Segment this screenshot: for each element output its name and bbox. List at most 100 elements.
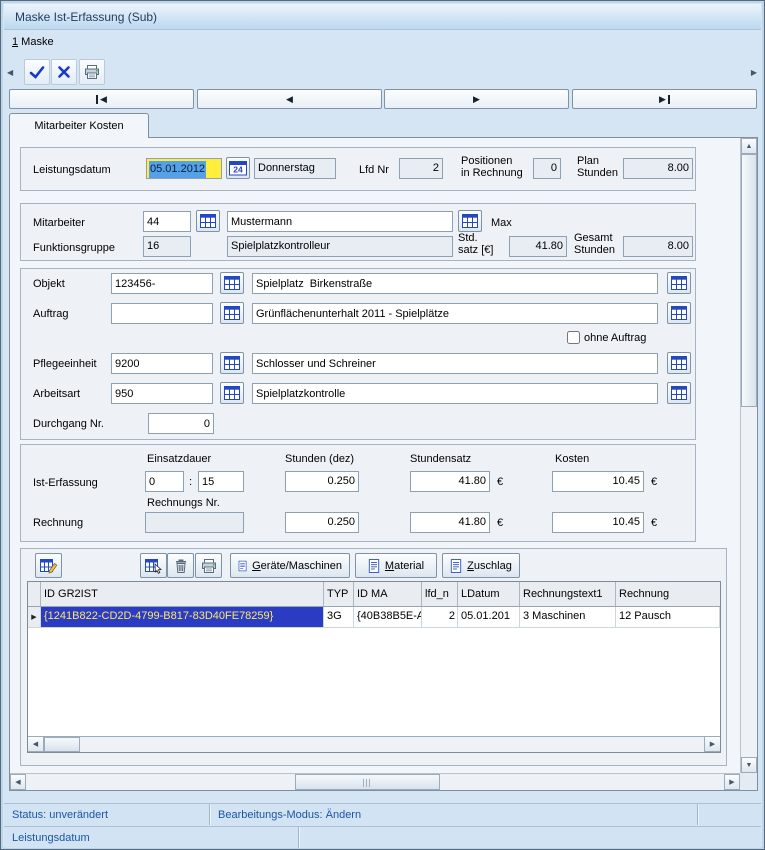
grid-data-row[interactable]: ▶ {1241B822-CD2D-4799-B817-83D40FE78259}… xyxy=(28,607,720,628)
dauer-minuten-input[interactable] xyxy=(198,471,244,492)
grid-header-id-ma[interactable]: ID MA xyxy=(354,582,422,606)
auftrag-nr-input[interactable] xyxy=(111,303,213,324)
nav-first-glyph: ◀ xyxy=(100,93,107,104)
x-icon xyxy=(56,64,72,80)
arbeitsart-nr-input[interactable] xyxy=(111,383,213,404)
table-grid-icon xyxy=(671,276,687,290)
arbeitsart-label: Arbeitsart xyxy=(33,388,81,400)
ist-stunden-dez-field[interactable]: 0.250 xyxy=(285,471,359,492)
ist-stundensatz-field[interactable]: 41.80 xyxy=(410,471,490,492)
ohne-auftrag-checkbox[interactable] xyxy=(567,331,580,344)
grid-header-marker-cell xyxy=(28,582,41,606)
select-record-button[interactable] xyxy=(140,553,167,578)
titlebar: Maske Ist-Erfassung (Sub) xyxy=(4,4,761,30)
vscroll-thumb[interactable] xyxy=(741,154,757,407)
panel-vscrollbar[interactable]: ▲ ▼ xyxy=(740,138,757,773)
table-grid-icon xyxy=(200,214,216,228)
pflegeeinheit-nr-lookup-button[interactable] xyxy=(220,352,244,374)
pflegeeinheit-name-input[interactable] xyxy=(252,353,658,374)
auftrag-name-input[interactable] xyxy=(252,303,658,324)
grid-scroll-left-button[interactable]: ◀ xyxy=(28,737,44,752)
panel-hscrollbar[interactable]: ◀ ▶ xyxy=(10,773,740,790)
pflegeeinheit-name-lookup-button[interactable] xyxy=(667,352,691,374)
grid-scroll-right-button[interactable]: ▶ xyxy=(704,737,720,752)
mitarbeiter-nr-lookup-button[interactable] xyxy=(196,210,220,232)
table-grid-icon xyxy=(224,356,240,370)
auftrag-name-lookup-button[interactable] xyxy=(667,302,691,324)
print-button[interactable] xyxy=(79,59,105,85)
cell-rechnung[interactable]: 12 Pausch xyxy=(616,607,720,627)
rechnung-kosten-field[interactable]: 10.45 xyxy=(552,512,644,533)
material-button[interactable]: Material xyxy=(355,553,437,578)
main-panel: Leistungsdatum 05.01.2012 Donnerstag Lfd… xyxy=(9,137,758,791)
cancel-button[interactable] xyxy=(51,59,77,85)
objekt-name-lookup-button[interactable] xyxy=(667,272,691,294)
print-detail-button[interactable] xyxy=(195,553,222,578)
cell-ldatum[interactable]: 05.01.201 xyxy=(458,607,520,627)
confirm-button[interactable] xyxy=(24,59,50,85)
scroll-left-button[interactable]: ◀ xyxy=(10,774,26,790)
objekt-nr-lookup-button[interactable] xyxy=(220,272,244,294)
arbeitsart-nr-lookup-button[interactable] xyxy=(220,382,244,404)
grid-header-ldatum[interactable]: LDatum xyxy=(458,582,520,606)
rechnung-stundensatz-field[interactable]: 41.80 xyxy=(410,512,490,533)
durchgang-nr-input[interactable] xyxy=(148,413,214,434)
nav-next-icon: ▶ xyxy=(385,90,568,108)
zuschlag-button[interactable]: Zuschlag xyxy=(442,553,520,578)
scroll-down-button[interactable]: ▼ xyxy=(741,757,757,773)
cell-id-gr2ist[interactable]: {1241B822-CD2D-4799-B817-83D40FE78259} xyxy=(41,607,324,627)
cell-id-ma[interactable]: {40B38B5E-A4 xyxy=(354,607,422,627)
nav-first-button[interactable]: ◀ xyxy=(9,89,194,109)
delete-record-button[interactable] xyxy=(167,553,194,578)
grid-header-typ[interactable]: TYP xyxy=(324,582,354,606)
nav-prev-glyph: ◀ xyxy=(286,93,293,104)
mitarbeiter-name-input[interactable] xyxy=(227,211,453,232)
grid-header-lfd-n[interactable]: lfd_n xyxy=(422,582,458,606)
field-info-spacer xyxy=(299,827,761,848)
objekt-name-input[interactable] xyxy=(252,273,658,294)
cell-rechnungstext1[interactable]: 3 Maschinen xyxy=(520,607,616,627)
plan-stunden-label: Plan Stunden xyxy=(577,155,618,179)
geraete-maschinen-label: Geräte/Maschinen xyxy=(252,560,342,572)
nav-next-glyph: ▶ xyxy=(473,93,480,104)
geraete-maschinen-button[interactable]: Geräte/Maschinen xyxy=(230,553,350,578)
mitarbeiter-nr-input[interactable] xyxy=(143,211,191,232)
window-title: Maske Ist-Erfassung (Sub) xyxy=(15,9,158,24)
toolbar-overflow-left-icon: ◀ xyxy=(7,68,14,77)
nav-previous-button[interactable]: ◀ xyxy=(197,89,382,109)
grid-header-rechnung[interactable]: Rechnung xyxy=(616,582,720,606)
leistungsdatum-input[interactable]: 05.01.2012 xyxy=(146,158,222,179)
hscroll-thumb[interactable] xyxy=(295,774,440,790)
grid-hscroll-thumb[interactable] xyxy=(44,737,80,752)
field-info-bar: Leistungsdatum xyxy=(4,826,761,848)
detail-grid[interactable]: ID GR2IST TYP ID MA lfd_n LDatum Rechnun… xyxy=(27,581,721,753)
mitarbeiter-label: Mitarbeiter xyxy=(33,217,85,229)
mitarbeiter-name-lookup-button[interactable] xyxy=(458,210,482,232)
nav-last-button[interactable]: ▶ xyxy=(572,89,757,109)
rechnung-stunden-dez-field[interactable]: 0.250 xyxy=(285,512,359,533)
nav-next-button[interactable]: ▶ xyxy=(384,89,569,109)
arbeitsart-name-lookup-button[interactable] xyxy=(667,382,691,404)
scroll-up-button[interactable]: ▲ xyxy=(741,138,757,154)
cell-typ[interactable]: 3G xyxy=(324,607,354,627)
grid-header-id-gr2ist[interactable]: ID GR2IST xyxy=(41,582,324,606)
grid-hscrollbar[interactable]: ◀ ▶ xyxy=(28,736,720,752)
objekt-nr-input[interactable] xyxy=(111,273,213,294)
edit-record-button[interactable] xyxy=(35,553,62,578)
grid-header-rechnungstext1[interactable]: Rechnungstext1 xyxy=(520,582,616,606)
group-leistungsdatum: Leistungsdatum 05.01.2012 Donnerstag Lfd… xyxy=(20,147,696,191)
document-icon xyxy=(368,559,380,573)
dauer-stunden-input[interactable] xyxy=(145,471,184,492)
table-grid-icon xyxy=(671,356,687,370)
pflegeeinheit-nr-input[interactable] xyxy=(111,353,213,374)
scroll-right-button[interactable]: ▶ xyxy=(724,774,740,790)
tab-mitarbeiter-kosten[interactable]: Mitarbeiter Kosten xyxy=(9,113,149,138)
cell-lfd-n[interactable]: 2 xyxy=(422,607,458,627)
menu-maske[interactable]: 1 Maske xyxy=(4,30,62,54)
auftrag-nr-lookup-button[interactable] xyxy=(220,302,244,324)
ist-kosten-field[interactable]: 10.45 xyxy=(552,471,644,492)
plan-label-line2: Stunden xyxy=(577,167,618,179)
arbeitsart-name-input[interactable] xyxy=(252,383,658,404)
calendar-button[interactable] xyxy=(226,157,250,179)
group-detail: Geräte/Maschinen Material Zuschlag ID GR… xyxy=(20,548,727,766)
